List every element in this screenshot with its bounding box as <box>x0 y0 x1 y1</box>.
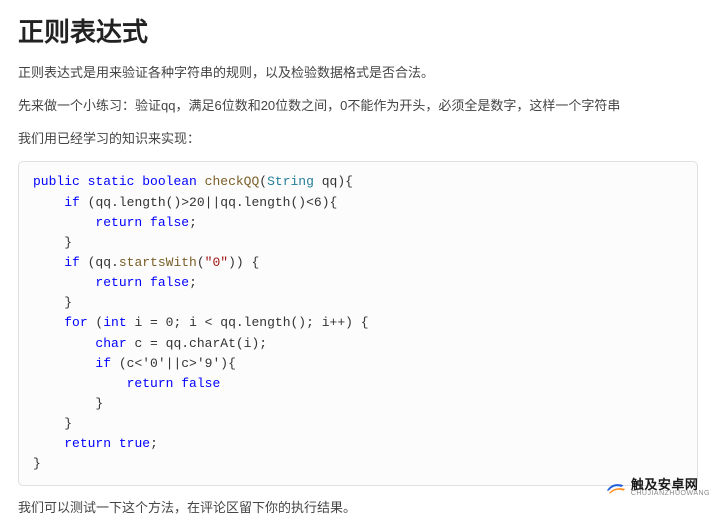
loop-cond: i < qq.length() <box>189 315 306 330</box>
intro-paragraph: 正则表达式是用来验证各种字符串的规则，以及检验数据格式是否合法。 <box>18 63 698 84</box>
kw-public: public <box>33 174 80 189</box>
kw-int: int <box>103 315 126 330</box>
kw-true: true <box>119 436 150 451</box>
m-startswith: startsWith <box>119 255 197 270</box>
lead-in-paragraph: 我们用已经学习的知识来实现： <box>18 129 698 150</box>
page-title: 正则表达式 <box>18 12 698 49</box>
kw-boolean: boolean <box>142 174 197 189</box>
fn-name: checkQQ <box>205 174 260 189</box>
kw-return: return <box>95 215 142 230</box>
swoosh-icon <box>605 476 627 498</box>
brand-name-pinyin: CHUJIANZHUOWANG <box>631 490 710 497</box>
type-string: String <box>267 174 314 189</box>
closing-paragraph: 我们可以测试一下这个方法，在评论区留下你的执行结果。 <box>18 498 698 518</box>
loop-inc: i++ <box>322 315 345 330</box>
lit-zero: "0" <box>205 255 228 270</box>
code-block: public static boolean checkQQ(String qq)… <box>18 161 698 485</box>
loop-init: i = 0 <box>134 315 173 330</box>
kw-false: false <box>181 376 220 391</box>
footer-brand: 触及安卓网 CHUJIANZHUOWANG <box>605 476 710 498</box>
cond1a: qq.length()>20 <box>95 195 204 210</box>
charat-line: c = qq.charAt(i); <box>134 336 267 351</box>
kw-if: if <box>95 356 111 371</box>
kw-char: char <box>95 336 126 351</box>
kw-false: false <box>150 275 189 290</box>
kw-if: if <box>64 195 80 210</box>
kw-return: return <box>64 436 111 451</box>
kw-false: false <box>150 215 189 230</box>
kw-return: return <box>95 275 142 290</box>
kw-if: if <box>64 255 80 270</box>
kw-static: static <box>88 174 135 189</box>
cond1b: qq.length()<6 <box>220 195 321 210</box>
cond3: c<'0'||c>'9' <box>127 356 221 371</box>
param-qq: qq <box>322 174 338 189</box>
kw-for: for <box>64 315 87 330</box>
kw-return: return <box>127 376 174 391</box>
exercise-paragraph: 先来做一个小练习：验证qq，满足6位数和20位数之间，0不能作为开头，必须全是数… <box>18 96 698 117</box>
